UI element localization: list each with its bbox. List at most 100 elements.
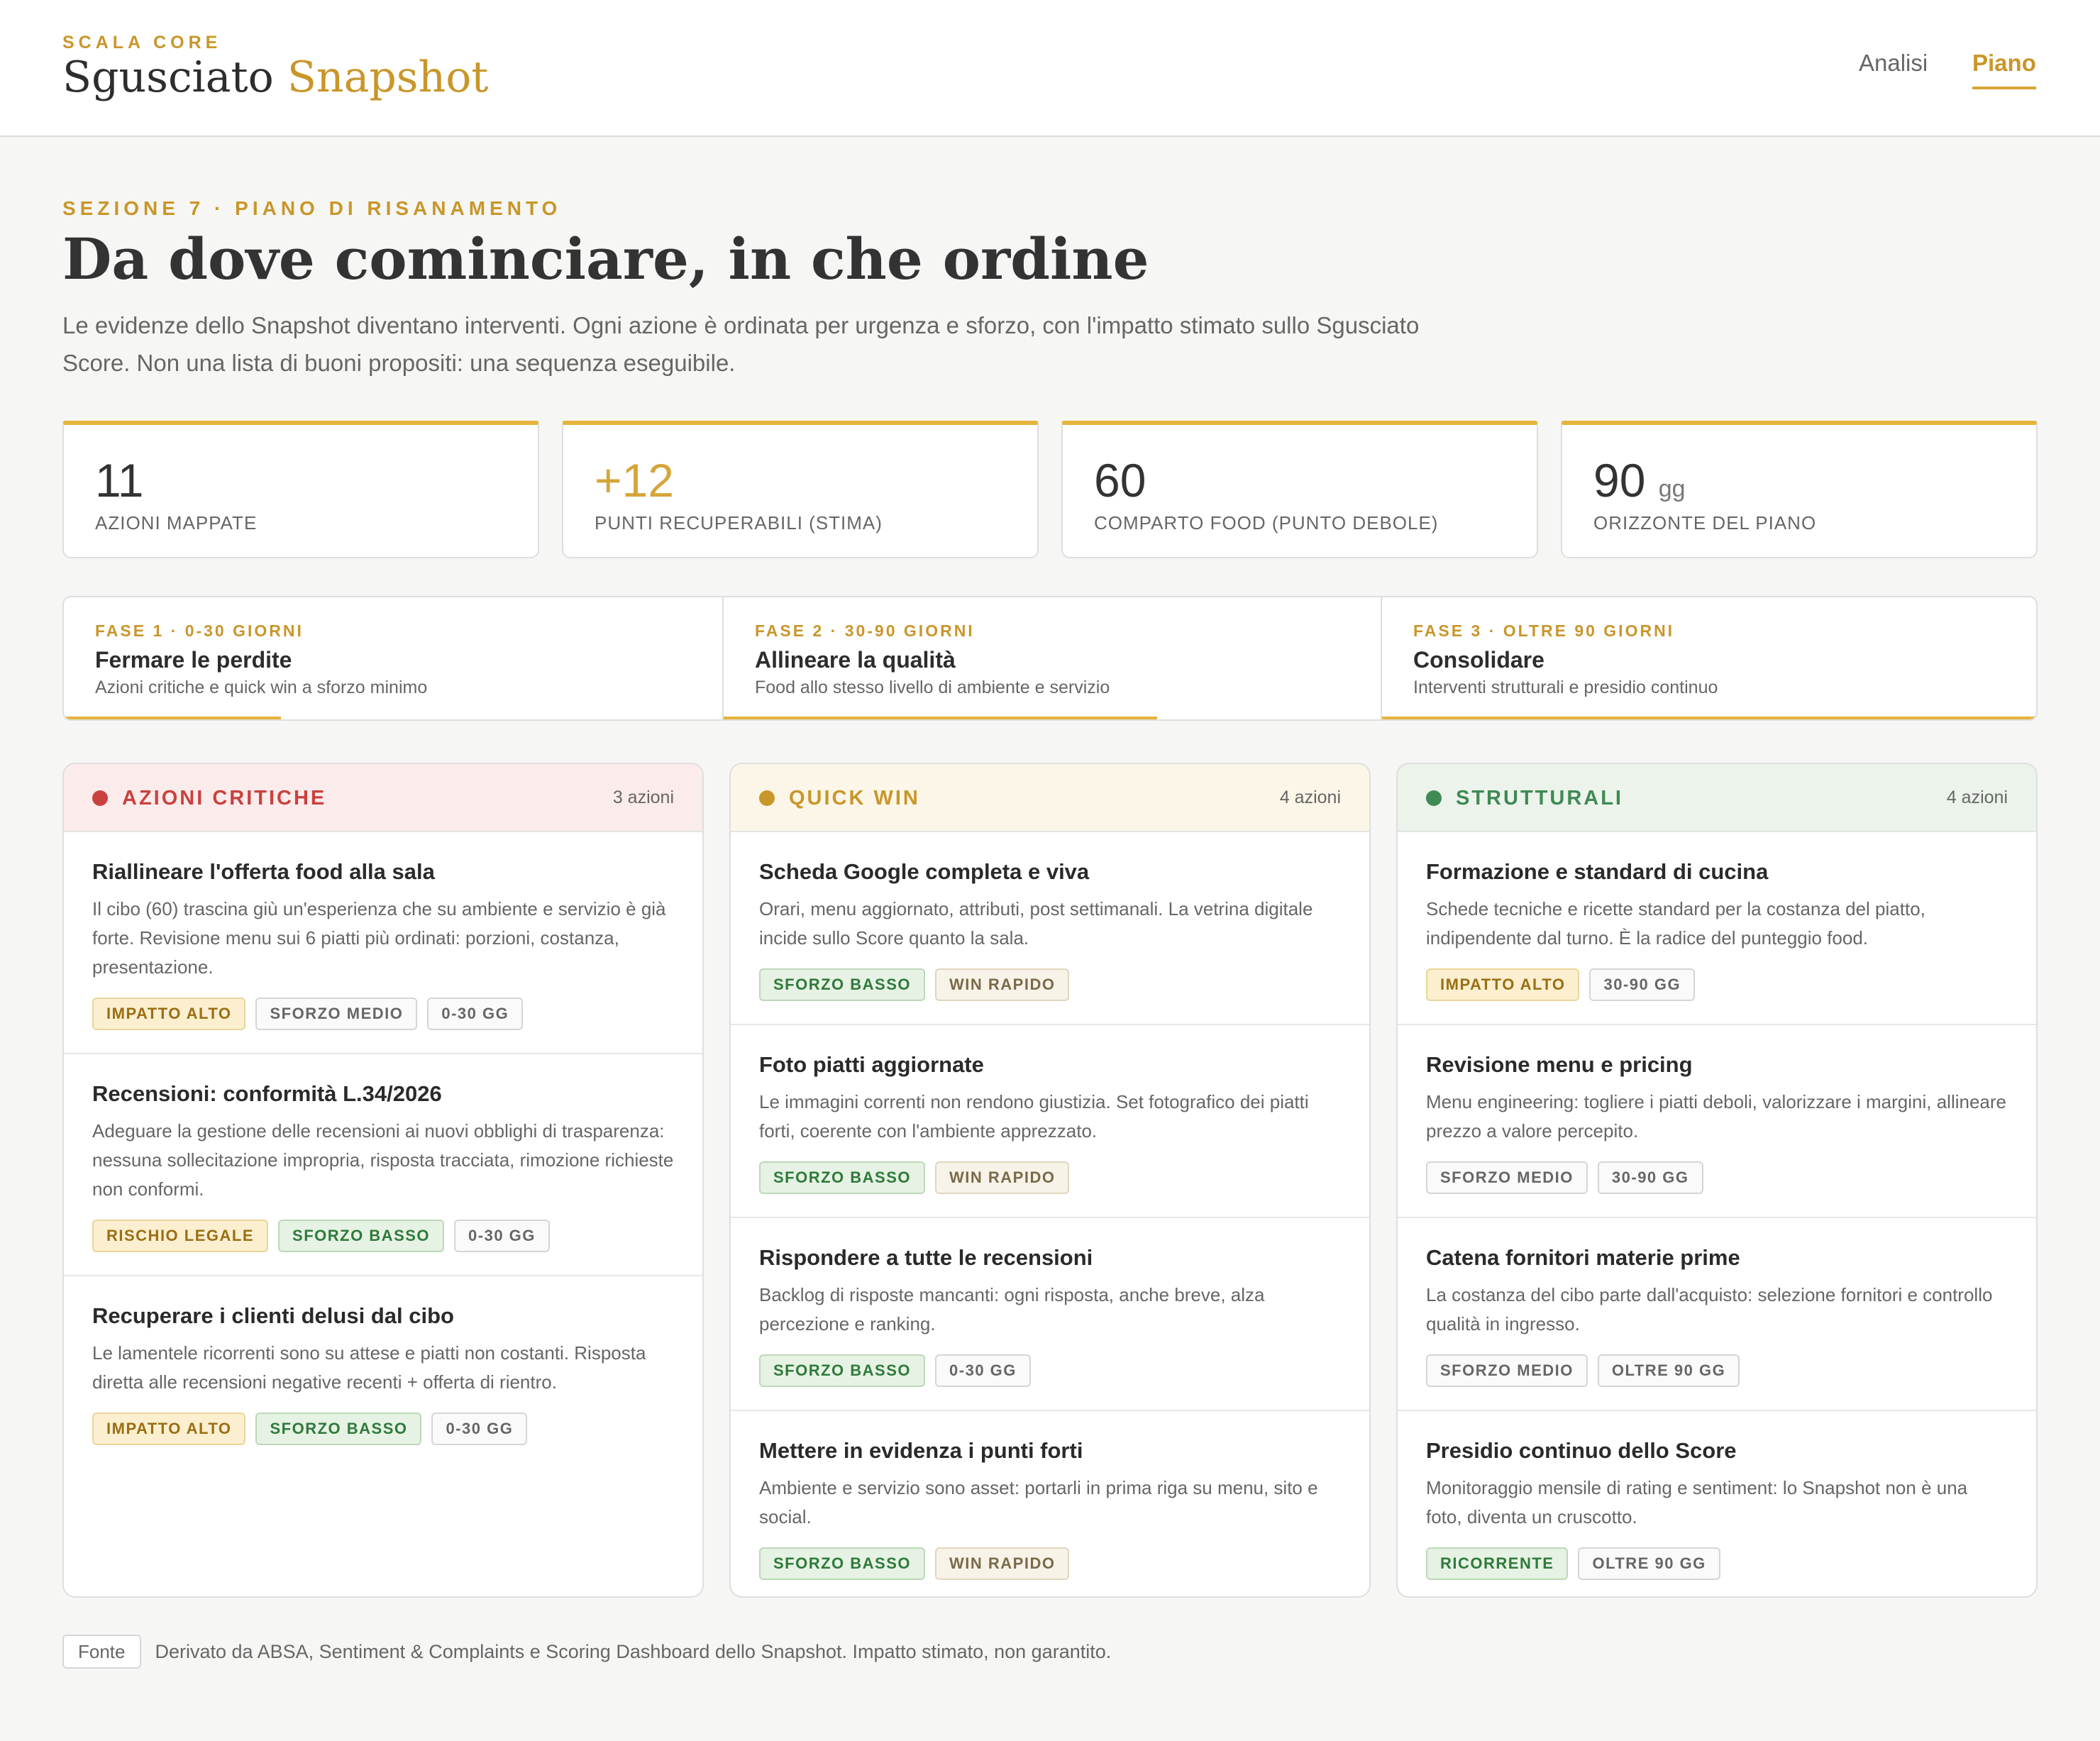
tag-win-rapido: WIN RAPIDO — [935, 968, 1070, 1001]
tag-list: SFORZO BASSO WIN RAPIDO — [759, 968, 1341, 1024]
column-title: AZIONI CRITICHE — [122, 787, 327, 809]
tag-list: IMPATTO ALTO SFORZO MEDIO 0-30 GG — [92, 997, 674, 1053]
kpi-card-horizon: 90 gg ORIZZONTE DEL PIANO — [1561, 421, 2038, 558]
nav-analisi[interactable]: Analisi — [1859, 50, 1928, 77]
tag-list: SFORZO BASSO WIN RAPIDO — [759, 1547, 1341, 1580]
card-title: Recensioni: conformità L.34/2026 — [92, 1081, 442, 1106]
phase-progress-bar — [1382, 717, 2036, 719]
card-description: Schede tecniche e ricette standard per l… — [1426, 898, 1925, 949]
kpi-card-actions: 11 AZIONI MAPPATE — [62, 421, 539, 558]
tag-win-rapido: WIN RAPIDO — [935, 1547, 1070, 1580]
card-description: Ambiente e servizio sono asset: portarli… — [759, 1477, 1318, 1527]
tag-sforzo-basso: SFORZO BASSO — [759, 1354, 926, 1387]
card-title: Presidio continuo dello Score — [1426, 1438, 1737, 1463]
phase-kicker: FASE 2 · 30-90 GIORNI — [755, 621, 975, 640]
tag-impatto-alto: IMPATTO ALTO — [92, 997, 246, 1030]
action-card[interactable]: Catena fornitori materie prime La costan… — [1398, 1218, 2036, 1411]
column-critical-actions: AZIONI CRITICHE 3 azioni Riallineare l'o… — [62, 763, 704, 1598]
phase-2[interactable]: FASE 2 · 30-90 GIORNI Allineare la quali… — [722, 597, 1381, 719]
kpi-unit: gg — [1658, 475, 1686, 502]
tag-list: SFORZO MEDIO 30-90 GG — [1426, 1161, 2008, 1217]
card-title: Foto piatti aggiornate — [759, 1052, 984, 1077]
kpi-label: COMPARTO FOOD (PUNTO DEBOLE) — [1094, 512, 1439, 534]
action-card[interactable]: Mettere in evidenza i punti forti Ambien… — [731, 1411, 1369, 1580]
status-dot — [92, 790, 108, 806]
column-count: 4 azioni — [1279, 787, 1341, 807]
brand-title[interactable]: Sgusciato Snapshot — [62, 52, 488, 102]
tag-timeframe: OLTRE 90 GG — [1597, 1354, 1740, 1387]
card-title: Rispondere a tutte le recensioni — [759, 1245, 1093, 1270]
action-card[interactable]: Scheda Google completa e viva Orari, men… — [731, 832, 1369, 1025]
tag-timeframe: 0-30 GG — [431, 1413, 528, 1445]
phase-3[interactable]: FASE 3 · OLTRE 90 GIORNI Consolidare Int… — [1381, 597, 2036, 719]
card-description: Adeguare la gestione delle recensioni ai… — [92, 1120, 674, 1200]
tag-list: IMPATTO ALTO 30-90 GG — [1426, 968, 2008, 1024]
kpi-card-points: +12 PUNTI RECUPERABILI (STIMA) — [562, 421, 1039, 558]
column-quick-win: QUICK WIN 4 azioni Scheda Google complet… — [729, 763, 1371, 1598]
section-kicker: SEZIONE 7 · PIANO DI RISANAMENTO — [62, 197, 562, 219]
card-title: Revisione menu e pricing — [1426, 1052, 1693, 1077]
page-title: Da dove cominciare, in che ordine — [62, 226, 1149, 292]
card-title: Catena fornitori materie prime — [1426, 1245, 1740, 1270]
brand-title-main: Sgusciato — [62, 52, 274, 102]
kpi-value: 11 — [95, 454, 144, 507]
tag-impatto-alto: IMPATTO ALTO — [92, 1413, 246, 1445]
tag-sforzo-basso: SFORZO BASSO — [759, 1547, 926, 1580]
column-header: QUICK WIN 4 azioni — [731, 764, 1369, 832]
tag-list: SFORZO BASSO WIN RAPIDO — [759, 1161, 1341, 1217]
phase-subtitle: Azioni critiche e quick win a sforzo min… — [95, 678, 428, 697]
action-card[interactable]: Presidio continuo dello Score Monitoragg… — [1398, 1411, 2036, 1580]
nav-piano[interactable]: Piano — [1972, 50, 2036, 89]
card-description: La costanza del cibo parte dall'acquisto… — [1426, 1284, 1993, 1334]
tag-list: SFORZO BASSO 0-30 GG — [759, 1354, 1341, 1410]
tag-ricorrente: RICORRENTE — [1426, 1547, 1569, 1580]
card-title: Formazione e standard di cucina — [1426, 859, 1769, 884]
tag-sforzo-basso: SFORZO BASSO — [759, 968, 926, 1001]
tag-sforzo-basso: SFORZO BASSO — [278, 1220, 445, 1252]
tag-sforzo-medio: SFORZO MEDIO — [1426, 1161, 1588, 1194]
phase-subtitle: Food allo stesso livello di ambiente e s… — [755, 678, 1110, 697]
tag-timeframe: 0-30 GG — [935, 1354, 1031, 1387]
action-card[interactable]: Foto piatti aggiornate Le immagini corre… — [731, 1025, 1369, 1218]
action-card[interactable]: Recensioni: conformità L.34/2026 Adeguar… — [64, 1054, 702, 1276]
phase-timeline: FASE 1 · 0-30 GIORNI Fermare le perdite … — [62, 596, 2038, 721]
column-header: STRUTTURALI 4 azioni — [1398, 764, 2036, 832]
action-card[interactable]: Riallineare l'offerta food alla sala Il … — [64, 832, 702, 1054]
tag-timeframe: 30-90 GG — [1589, 968, 1696, 1001]
card-description: Menu engineering: togliere i piatti debo… — [1426, 1091, 2006, 1142]
tag-timeframe: 30-90 GG — [1597, 1161, 1703, 1194]
tag-timeframe: 0-30 GG — [427, 997, 524, 1030]
action-card[interactable]: Recuperare i clienti delusi dal cibo Le … — [64, 1276, 702, 1445]
column-structural: STRUTTURALI 4 azioni Formazione e standa… — [1396, 763, 2038, 1598]
phase-title: Allineare la qualità — [755, 647, 956, 673]
kpi-value: +12 — [595, 454, 674, 507]
tag-impatto-alto: IMPATTO ALTO — [1426, 968, 1580, 1001]
card-title: Recuperare i clienti delusi dal cibo — [92, 1303, 454, 1328]
phase-kicker: FASE 3 · OLTRE 90 GIORNI — [1413, 621, 1675, 640]
card-description: Il cibo (60) trascina giù un'esperienza … — [92, 898, 666, 978]
action-card[interactable]: Formazione e standard di cucina Schede t… — [1398, 832, 2036, 1025]
source-badge: Fonte — [62, 1635, 141, 1669]
status-dot — [1426, 790, 1442, 806]
phase-progress-bar — [724, 717, 1158, 719]
column-header: AZIONI CRITICHE 3 azioni — [64, 764, 702, 832]
card-description: Monitoraggio mensile di rating e sentime… — [1426, 1477, 1968, 1527]
source-note: Fonte Derivato da ABSA, Sentiment & Comp… — [62, 1635, 1111, 1669]
kpi-label: PUNTI RECUPERABILI (STIMA) — [595, 512, 883, 534]
action-card[interactable]: Revisione menu e pricing Menu engineerin… — [1398, 1025, 2036, 1218]
kpi-value: 60 — [1094, 454, 1146, 507]
brand-title-accent: Snapshot — [287, 52, 489, 102]
card-title: Scheda Google completa e viva — [759, 859, 1090, 884]
tag-sforzo-medio: SFORZO MEDIO — [1426, 1354, 1588, 1387]
status-dot — [759, 790, 775, 806]
tag-list: RICORRENTE OLTRE 90 GG — [1426, 1547, 2008, 1580]
action-card[interactable]: Rispondere a tutte le recensioni Backlog… — [731, 1218, 1369, 1411]
tag-win-rapido: WIN RAPIDO — [935, 1161, 1070, 1194]
kpi-label: AZIONI MAPPATE — [95, 512, 258, 534]
tag-list: IMPATTO ALTO SFORZO BASSO 0-30 GG — [92, 1413, 674, 1445]
tag-rischio-legale: RISCHIO LEGALE — [92, 1220, 269, 1252]
phase-1[interactable]: FASE 1 · 0-30 GIORNI Fermare le perdite … — [64, 597, 722, 719]
column-title: QUICK WIN — [789, 787, 920, 809]
card-description: Orari, menu aggiornato, attributi, post … — [759, 898, 1313, 949]
column-title: STRUTTURALI — [1456, 787, 1623, 809]
